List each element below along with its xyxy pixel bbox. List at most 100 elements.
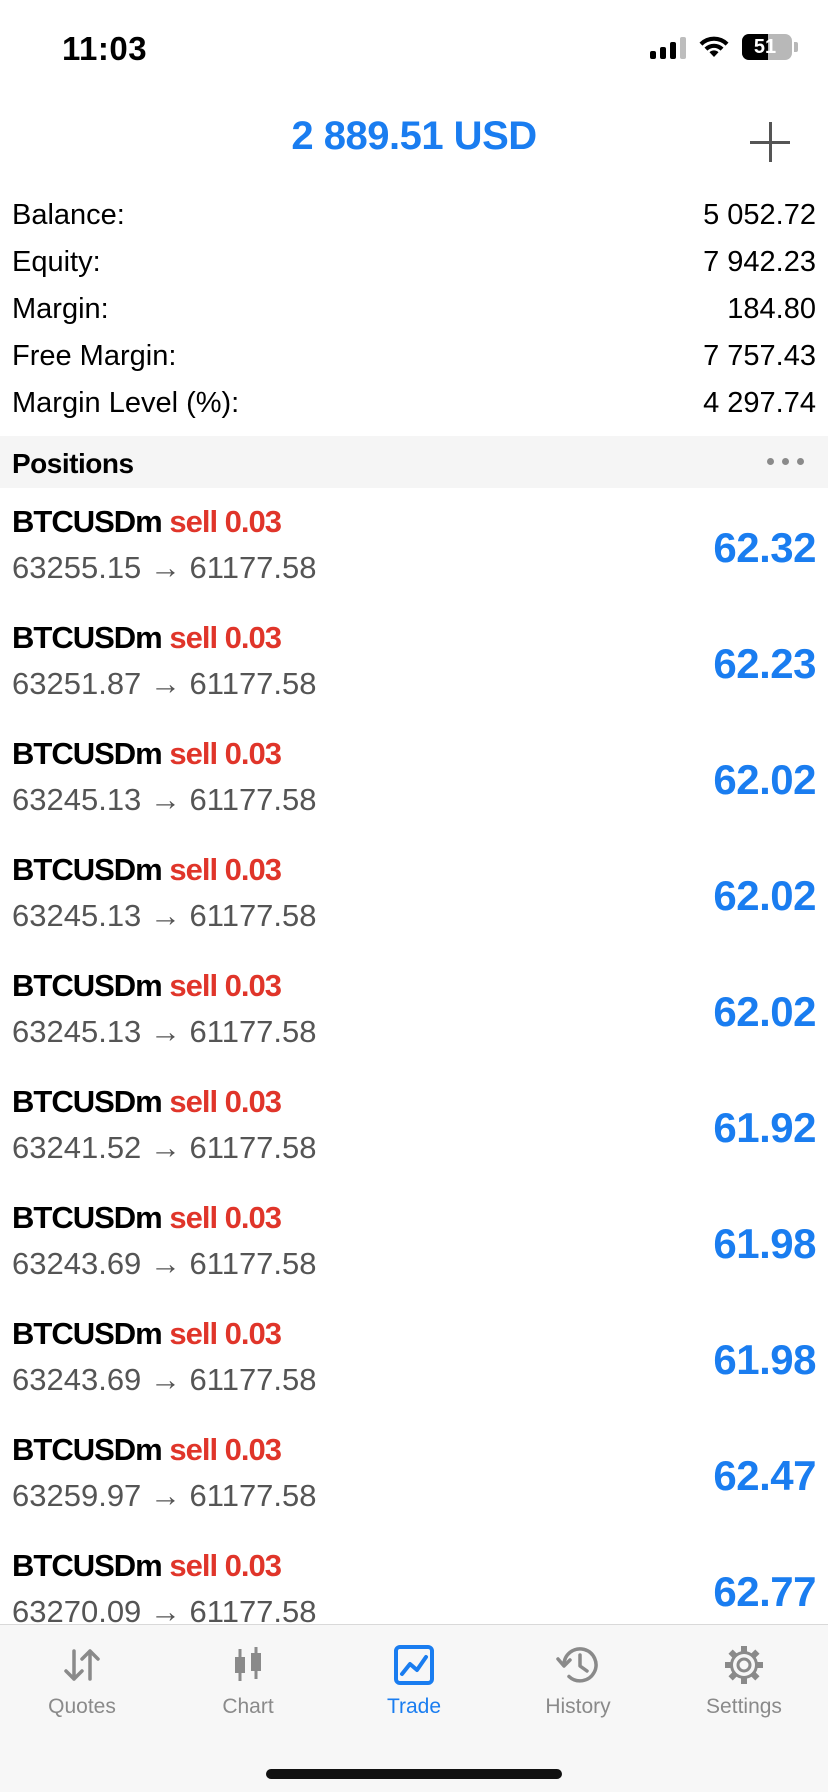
- position-prices: 63245.13 → 61177.58: [12, 1014, 317, 1049]
- position-symbol: BTCUSDm: [12, 1548, 163, 1583]
- position-type: sell 0.03: [169, 1200, 282, 1235]
- status-time: 11:03: [62, 30, 148, 67]
- tab-label-settings: Settings: [706, 1695, 782, 1718]
- summary-label: Balance:: [12, 199, 125, 231]
- gear-icon: [725, 1646, 763, 1684]
- position-symbol: BTCUSDm: [12, 852, 163, 887]
- position-prices: 63245.13 → 61177.58: [12, 898, 317, 933]
- position-title: BTCUSDm sell 0.03: [12, 620, 282, 656]
- wifi-icon: [699, 36, 729, 57]
- position-type: sell 0.03: [169, 620, 282, 655]
- position-title: BTCUSDm sell 0.03: [12, 968, 282, 1004]
- position-title: BTCUSDm sell 0.03: [12, 1432, 282, 1468]
- position-type: sell 0.03: [169, 504, 282, 539]
- summary-row: Balance: 5 052.72: [0, 192, 828, 239]
- position-profit: 62.47: [713, 1452, 816, 1499]
- position-title: BTCUSDm sell 0.03: [12, 1200, 282, 1236]
- tab-settings[interactable]: Settings: [674, 1643, 814, 1743]
- position-symbol: BTCUSDm: [12, 504, 163, 539]
- position-prices: 63241.52 → 61177.58: [12, 1130, 317, 1165]
- summary-value: 7 757.43: [703, 340, 816, 372]
- summary-row: Equity: 7 942.23: [0, 239, 828, 286]
- summary-row: Margin: 184.80: [0, 286, 828, 333]
- position-type: sell 0.03: [169, 736, 282, 771]
- tab-chart[interactable]: Chart: [178, 1643, 318, 1743]
- position-row[interactable]: BTCUSDm sell 0.03 63243.69 → 61177.58 61.9…: [0, 1308, 828, 1424]
- position-row[interactable]: BTCUSDm sell 0.03 63241.52 → 61177.58 61.9…: [0, 1076, 828, 1192]
- summary-label: Margin:: [12, 293, 109, 325]
- position-profit: 61.98: [713, 1220, 816, 1267]
- position-profit: 62.02: [713, 988, 816, 1035]
- tab-bar: Quotes Chart Trade History Settings: [0, 1624, 828, 1792]
- position-prices: 63243.69 → 61177.58: [12, 1362, 317, 1397]
- plus-icon[interactable]: [750, 122, 790, 162]
- position-row[interactable]: BTCUSDm sell 0.03 63251.87 → 61177.58 62.2…: [0, 612, 828, 728]
- summary-row: Margin Level (%): 4 297.74: [0, 380, 828, 427]
- summary-row: Free Margin: 7 757.43: [0, 333, 828, 380]
- position-row[interactable]: BTCUSDm sell 0.03 63245.13 → 61177.58 62.0…: [0, 844, 828, 960]
- position-type: sell 0.03: [169, 1316, 282, 1351]
- tab-label-history: History: [545, 1695, 611, 1718]
- position-prices: 63259.97 → 61177.58: [12, 1478, 317, 1513]
- summary-label: Free Margin:: [12, 340, 177, 372]
- account-summary: Balance: 5 052.72 Equity: 7 942.23 Margin: 18…: [0, 192, 828, 427]
- position-row[interactable]: BTCUSDm sell 0.03 63270.09 → 61177.58 62.7…: [0, 1540, 828, 1624]
- status-bar: 11:03 51: [0, 0, 828, 100]
- tab-label-quotes: Quotes: [48, 1695, 116, 1718]
- tab-history[interactable]: History: [508, 1643, 648, 1743]
- position-profit: 62.02: [713, 872, 816, 919]
- position-type: sell 0.03: [169, 968, 282, 1003]
- position-row[interactable]: BTCUSDm sell 0.03 63245.13 → 61177.58 62.0…: [0, 960, 828, 1076]
- summary-value: 5 052.72: [703, 199, 816, 231]
- position-profit: 62.02: [713, 756, 816, 803]
- position-symbol: BTCUSDm: [12, 1316, 163, 1351]
- position-profit: 62.23: [713, 640, 816, 687]
- candlestick-chart-icon: [235, 1647, 261, 1681]
- summary-label: Equity:: [12, 246, 101, 278]
- position-symbol: BTCUSDm: [12, 968, 163, 1003]
- trade-chart-icon: [394, 1645, 434, 1685]
- more-horizontal-icon[interactable]: [767, 458, 804, 465]
- position-profit: 62.77: [713, 1568, 816, 1615]
- position-type: sell 0.03: [169, 1084, 282, 1119]
- position-symbol: BTCUSDm: [12, 736, 163, 771]
- summary-value: 184.80: [727, 293, 816, 325]
- positions-header: Positions: [0, 436, 828, 488]
- position-title: BTCUSDm sell 0.03: [12, 736, 282, 772]
- positions-list: BTCUSDm sell 0.03 63255.15 → 61177.58 62.3…: [0, 496, 828, 1624]
- position-row[interactable]: BTCUSDm sell 0.03 63259.97 → 61177.58 62.4…: [0, 1424, 828, 1540]
- position-symbol: BTCUSDm: [12, 1432, 163, 1467]
- battery-level: 51: [753, 36, 777, 58]
- tab-label-trade: Trade: [386, 1695, 442, 1718]
- position-prices: 63255.15 → 61177.58: [12, 550, 317, 585]
- header: 2 889.51 USD: [0, 100, 828, 180]
- position-type: sell 0.03: [169, 852, 282, 887]
- position-title: BTCUSDm sell 0.03: [12, 1084, 282, 1120]
- position-row[interactable]: BTCUSDm sell 0.03 63243.69 → 61177.58 61.9…: [0, 1192, 828, 1308]
- position-title: BTCUSDm sell 0.03: [12, 504, 282, 540]
- positions-title: Positions: [12, 448, 134, 479]
- position-symbol: BTCUSDm: [12, 620, 163, 655]
- position-prices: 63251.87 → 61177.58: [12, 666, 317, 701]
- quotes-arrows-icon: [64, 1649, 100, 1681]
- tab-quotes[interactable]: Quotes: [12, 1643, 152, 1743]
- position-prices: 63243.69 → 61177.58: [12, 1246, 317, 1281]
- summary-value: 7 942.23: [703, 246, 816, 278]
- summary-label: Margin Level (%):: [12, 387, 240, 419]
- position-title: BTCUSDm sell 0.03: [12, 1316, 282, 1352]
- status-icons: 51: [650, 34, 798, 60]
- account-profit-title: 2 889.51 USD: [291, 114, 537, 158]
- position-title: BTCUSDm sell 0.03: [12, 1548, 282, 1584]
- battery-icon: 51: [742, 34, 798, 60]
- position-row[interactable]: BTCUSDm sell 0.03 63255.15 → 61177.58 62.3…: [0, 496, 828, 612]
- position-prices: 63270.09 → 61177.58: [12, 1594, 317, 1624]
- position-profit: 61.92: [713, 1104, 816, 1151]
- tab-label-chart: Chart: [222, 1695, 274, 1718]
- position-profit: 62.32: [713, 524, 816, 571]
- position-title: BTCUSDm sell 0.03: [12, 852, 282, 888]
- position-type: sell 0.03: [169, 1432, 282, 1467]
- tab-trade[interactable]: Trade: [344, 1643, 484, 1743]
- history-clock-icon: [556, 1647, 598, 1683]
- home-indicator[interactable]: [266, 1769, 562, 1779]
- position-row[interactable]: BTCUSDm sell 0.03 63245.13 → 61177.58 62.0…: [0, 728, 828, 844]
